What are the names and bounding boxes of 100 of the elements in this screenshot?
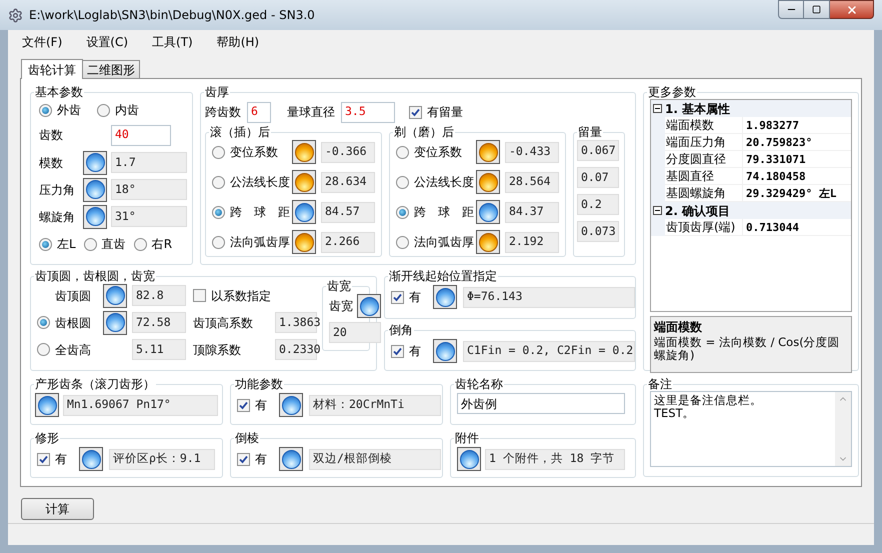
checkbox[interactable]: 有 bbox=[391, 288, 421, 306]
input-field[interactable]: 外齿例 bbox=[457, 393, 625, 414]
group-title: 更多参数 bbox=[647, 85, 697, 99]
value-field: -0.366 bbox=[321, 142, 375, 162]
radio-option[interactable]: 变位系数 bbox=[396, 143, 476, 161]
sphere-button[interactable] bbox=[103, 284, 127, 308]
input-field[interactable]: 3.5 bbox=[341, 102, 395, 122]
sphere-button[interactable] bbox=[83, 150, 107, 174]
tab[interactable]: 二维图形 bbox=[83, 60, 140, 78]
value-field: 双边/根部倒棱 bbox=[309, 448, 441, 470]
group-title: 基本参数 bbox=[34, 85, 84, 99]
radio-option[interactable]: 公法线长度 bbox=[396, 173, 476, 191]
value-field: 2.192 bbox=[505, 232, 559, 252]
group-title: 倒角 bbox=[388, 323, 414, 337]
radio-option[interactable]: 直齿 bbox=[84, 235, 126, 253]
radio-option[interactable]: 法向弧齿厚 bbox=[212, 233, 292, 251]
help-title: 端面模数 bbox=[654, 319, 703, 336]
field-label: 螺旋角 bbox=[39, 208, 76, 226]
maximize-icon bbox=[812, 5, 821, 14]
group-title: 齿宽 bbox=[326, 279, 352, 293]
sphere-button[interactable] bbox=[457, 447, 481, 471]
value-field: 28.564 bbox=[505, 172, 559, 192]
value-field: 材料：20CrMnTi bbox=[309, 394, 441, 416]
radio-option[interactable]: 右R bbox=[134, 235, 172, 253]
field-label: 齿宽 bbox=[329, 298, 353, 315]
sphere-button[interactable] bbox=[433, 339, 457, 363]
property-name: 基圆直径 bbox=[665, 168, 743, 185]
radio-option[interactable]: 全齿高 bbox=[37, 340, 132, 358]
field-label: 压力角 bbox=[39, 182, 76, 198]
group-title: 齿顶圆，齿根圆，齿宽 bbox=[34, 269, 156, 283]
input-field[interactable]: 40 bbox=[111, 124, 171, 146]
gear-icon bbox=[8, 8, 23, 22]
collapse-icon[interactable] bbox=[653, 206, 662, 215]
notes-field[interactable]: 这里是备注信息栏。 TEST。 bbox=[650, 391, 852, 467]
property-name: 分度圆直径 bbox=[665, 151, 743, 168]
field-label: 顶隙系数 bbox=[193, 342, 242, 358]
radio-option[interactable]: 公法线长度 bbox=[212, 173, 292, 191]
value-field: 31° bbox=[111, 206, 187, 227]
radio-option[interactable]: 左L bbox=[39, 235, 76, 253]
checkbox[interactable]: 有 bbox=[37, 450, 67, 468]
radio-option[interactable]: 内齿 bbox=[97, 101, 139, 119]
sphere-button[interactable] bbox=[103, 310, 127, 334]
property-name: 端面模数 bbox=[665, 117, 743, 134]
property-name: 基圆螺旋角 bbox=[665, 185, 743, 202]
menu-item[interactable]: 文件(F) bbox=[22, 33, 62, 51]
menu-item[interactable]: 工具(T) bbox=[152, 33, 193, 51]
field-label: 跨齿数 bbox=[205, 104, 241, 121]
sphere-button[interactable] bbox=[83, 204, 107, 228]
sphere-button[interactable] bbox=[279, 447, 303, 471]
radio-option[interactable]: 齿根圆 bbox=[37, 314, 103, 332]
value-field: 评价区ρ长：9.1 bbox=[109, 448, 215, 470]
field-label: 量球直径 bbox=[287, 104, 335, 121]
radio-option[interactable]: 跨 球 距 bbox=[212, 203, 292, 221]
checkbox[interactable]: 以系数指定 bbox=[193, 286, 271, 304]
value-field: Mn1.69067 Pn17° bbox=[63, 394, 218, 416]
group-title: 功能参数 bbox=[234, 377, 284, 391]
menu-item[interactable]: 设置(C) bbox=[86, 33, 128, 51]
sphere-button[interactable] bbox=[357, 294, 381, 318]
tab[interactable]: 齿轮计算 bbox=[21, 59, 83, 79]
collapse-icon[interactable] bbox=[653, 104, 662, 113]
sphere-button[interactable] bbox=[79, 447, 103, 471]
value-field: -0.433 bbox=[505, 142, 559, 162]
group-title: 备注 bbox=[647, 377, 673, 391]
value-field: 1.7 bbox=[111, 152, 187, 173]
field-label: 模数 bbox=[39, 154, 64, 172]
checkbox[interactable]: 有 bbox=[391, 342, 421, 360]
radio-option[interactable]: 外齿 bbox=[39, 101, 81, 119]
group-title: 留量 bbox=[577, 125, 603, 139]
value-field: Φ=76.143 bbox=[463, 286, 635, 308]
value-field: 72.58 bbox=[132, 312, 186, 333]
input-field[interactable]: 6 bbox=[247, 102, 271, 122]
window-title: E:\work\Loglab\SN3\bin\Debug\N0X.ged - SN3.0 bbox=[29, 7, 315, 24]
sphere-button[interactable] bbox=[433, 285, 457, 309]
maximize-button[interactable] bbox=[804, 0, 830, 19]
checkbox[interactable]: 有 bbox=[237, 396, 267, 414]
sphere-button[interactable] bbox=[279, 393, 303, 417]
value-field: 28.634 bbox=[321, 172, 375, 192]
radio-option[interactable]: 跨 球 距 bbox=[396, 203, 476, 221]
close-button[interactable] bbox=[830, 0, 874, 19]
property-value: 20.759823° bbox=[743, 134, 851, 151]
value-field: 2.266 bbox=[321, 232, 375, 252]
value-field: 5.11 bbox=[132, 339, 186, 360]
field-label: 齿数 bbox=[39, 127, 64, 144]
radio-option[interactable]: 法向弧齿厚 bbox=[396, 233, 476, 251]
calculate-button[interactable]: 计算 bbox=[21, 498, 94, 520]
group-title: 倒棱 bbox=[234, 431, 260, 445]
sphere-button[interactable] bbox=[35, 393, 59, 417]
property-name: 齿顶齿厚(端) bbox=[665, 219, 743, 236]
checkbox[interactable]: 有 bbox=[237, 450, 267, 468]
value-field: C1Fin = 0.2, C2Fin = 0.2 bbox=[463, 340, 635, 362]
value-field: 84.57 bbox=[321, 202, 375, 222]
checkbox[interactable]: 有留量 bbox=[409, 103, 463, 121]
group-title: 产形齿条（滚刀齿形） bbox=[34, 377, 156, 391]
value-field: 0.2 bbox=[577, 194, 619, 215]
sphere-button[interactable] bbox=[83, 178, 107, 202]
radio-option[interactable]: 变位系数 bbox=[212, 143, 292, 161]
value-field: 0.073 bbox=[577, 221, 619, 242]
menu-item[interactable]: 帮助(H) bbox=[216, 33, 260, 51]
minimize-button[interactable] bbox=[778, 0, 804, 19]
group-title: 齿厚 bbox=[204, 85, 230, 99]
